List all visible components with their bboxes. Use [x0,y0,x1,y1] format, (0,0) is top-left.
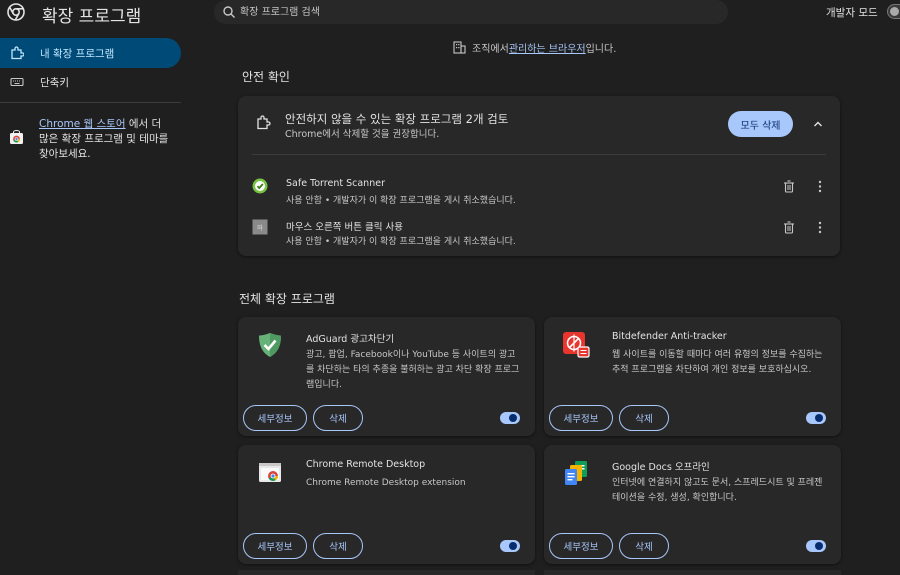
extension-description: 광고, 팝업, Facebook이나 YouTube 등 사이트의 광고를 차단… [306,350,520,390]
card-divider [252,154,826,155]
google-docs-icon [565,461,587,485]
safety-check-title: 안전하지 않을 수 있는 확장 프로그램 2개 검토 [285,112,509,126]
web-store-promo: Chrome 웹 스토어 에서 더 많은 확장 프로그램 및 테마를 찾아보세요… [39,117,169,162]
puzzle-icon [11,46,24,60]
search-box[interactable] [214,0,728,24]
adguard-shield-icon [259,333,281,357]
managed-browser-banner: 조직에서 관리하는 브라우저 입니다. [453,40,616,55]
sidebar-item-label: 단축키 [40,77,69,89]
extension-enable-toggle[interactable] [500,412,520,424]
details-button[interactable]: 세부정보 [243,405,307,431]
safe-torrent-scanner-icon [252,178,268,194]
details-button[interactable]: 세부정보 [243,533,307,559]
extension-enable-toggle[interactable] [500,540,520,552]
web-store-link[interactable]: Chrome 웹 스토어 [39,118,126,130]
extension-card: Chrome Remote Desktop Chrome Remote Desk… [238,445,535,564]
remove-all-button[interactable]: 모두 삭제 [728,111,793,137]
keyboard-icon [10,77,24,87]
extension-name: Bitdefender Anti-tracker [612,331,727,342]
flagged-extension-status: 사용 안함 • 개발자가 이 확장 프로그램을 게시 취소했습니다. [286,237,516,247]
developer-mode-toggle[interactable] [887,4,900,19]
all-extensions-heading: 전체 확장 프로그램 [239,292,335,306]
remove-button[interactable]: 삭제 [619,405,669,431]
extension-card: Google Docs 오프라인 인터넷에 연결하지 않고도 문서, 스프레드시… [544,445,841,564]
top-bar: 확장 프로그램 개발자 모드 [0,0,900,27]
extension-card: Bitdefender Anti-tracker 웹 사이트를 이동할 때마다 … [544,317,841,436]
page-title: 확장 프로그램 [42,7,142,27]
extension-card: AdGuard 광고차단기 광고, 팝업, Facebook이나 YouTube… [238,317,535,436]
chrome-logo-icon [7,3,25,21]
bitdefender-icon [563,332,590,358]
remove-button[interactable]: 삭제 [313,405,363,431]
chrome-web-store-icon[interactable] [9,130,24,145]
more-vert-icon[interactable] [816,221,824,234]
extension-name: Chrome Remote Desktop [306,459,426,470]
search-icon [223,6,235,18]
extension-card-partial [544,570,841,575]
managed-suffix: 입니다. [585,44,617,55]
sidebar-item-shortcuts[interactable]: 단축키 [0,67,181,97]
puzzle-warning-icon [257,115,271,130]
right-click-extension-icon: 마 [252,219,268,235]
extension-name: Google Docs 오프라인 [612,462,710,473]
sidebar-item-label: 내 확장 프로그램 [40,48,115,60]
remove-button[interactable]: 삭제 [619,533,669,559]
more-vert-icon[interactable] [816,180,824,193]
chevron-up-icon[interactable] [811,117,825,131]
extension-description: Chrome Remote Desktop extension [306,478,466,488]
building-icon [453,41,466,54]
svg-text:마: 마 [257,224,263,232]
managed-prefix: 조직에서 [472,44,509,55]
remove-button[interactable]: 삭제 [313,533,363,559]
flagged-extension-name: 마우스 오른쪽 버튼 클릭 사용 [286,222,403,233]
search-input[interactable] [240,4,710,20]
remote-desktop-icon [259,463,281,482]
flagged-extension-name: Safe Torrent Scanner [286,178,385,189]
sidebar-item-my-extensions[interactable]: 내 확장 프로그램 [0,38,181,68]
extension-enable-toggle[interactable] [806,412,826,424]
details-button[interactable]: 세부정보 [549,533,613,559]
developer-mode-label: 개발자 모드 [826,7,878,19]
extension-name: AdGuard 광고차단기 [306,334,395,345]
safety-check-subtitle: Chrome에서 삭제할 것을 권장합니다. [285,129,440,140]
sidebar-divider [0,102,181,103]
details-button[interactable]: 세부정보 [549,405,613,431]
safety-check-card: 안전하지 않을 수 있는 확장 프로그램 2개 검토 Chrome에서 삭제할 … [238,96,840,256]
trash-icon[interactable] [783,180,795,193]
flagged-extension-status: 사용 안함 • 개발자가 이 확장 프로그램을 게시 취소했습니다. [286,196,516,206]
extension-description: 웹 사이트를 이동할 때마다 여러 유형의 정보를 수집하는 추적 프로그램을 … [612,350,823,375]
safety-check-heading: 안전 확인 [242,70,290,84]
trash-icon[interactable] [783,221,795,234]
extension-card-partial [238,570,535,575]
extension-description: 인터넷에 연결하지 않고도 문서, 스프레드시트 및 프레젠테이션을 수정, 생… [612,478,823,503]
managed-browser-link[interactable]: 관리하는 브라우저 [509,40,586,55]
extension-enable-toggle[interactable] [806,540,826,552]
